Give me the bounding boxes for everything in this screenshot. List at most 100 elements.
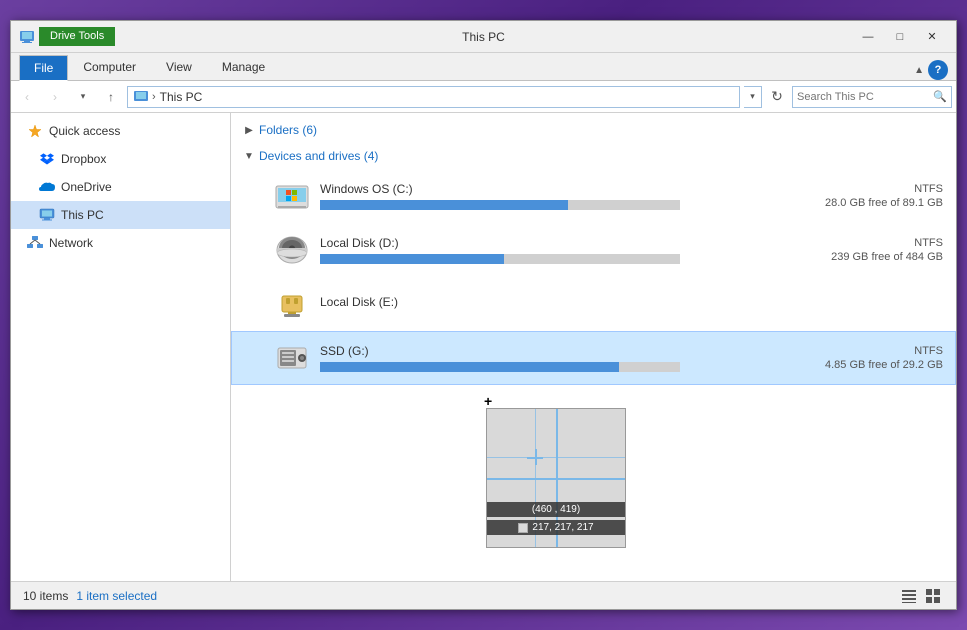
- ribbon-tabs: File Computer View Manage ▲ ?: [11, 53, 956, 80]
- title-bar: Drive Tools This PC — □ ✕: [11, 21, 956, 53]
- cloud-icon: [39, 179, 55, 195]
- sidebar-label-onedrive: OneDrive: [61, 180, 112, 194]
- large-icons-view-button[interactable]: [922, 585, 944, 607]
- window-app-icon: [19, 29, 35, 45]
- title-bar-left: Drive Tools This PC: [19, 27, 852, 46]
- close-button[interactable]: ✕: [916, 23, 948, 51]
- devices-expand-icon: ▼: [243, 150, 255, 162]
- dropbox-icon: [39, 151, 55, 167]
- forward-button[interactable]: ›: [43, 85, 67, 109]
- drive-name-e: Local Disk (E:): [320, 295, 927, 309]
- progress-bar-d: [320, 254, 680, 264]
- sidebar-item-quick-access[interactable]: Quick access: [11, 117, 230, 145]
- progress-bar-c: [320, 200, 680, 210]
- drive-info-e: Local Disk (E:): [320, 295, 927, 313]
- drag-cursor: +: [484, 393, 492, 409]
- drive-name-d: Local Disk (D:): [320, 236, 815, 250]
- drive-item-c[interactable]: Windows OS (C:) NTFS 28.0 GB free of 89.…: [231, 169, 956, 223]
- preview-coords-text: (460 , 419): [487, 502, 625, 517]
- preview-overlay: (460 , 419) 217, 217, 217: [486, 408, 626, 548]
- progress-fill-d: [320, 254, 504, 264]
- status-bar: 10 items 1 item selected: [11, 581, 956, 609]
- ribbon-collapse-icon[interactable]: ▲: [914, 65, 924, 76]
- address-dropdown[interactable]: ▾: [744, 86, 762, 108]
- drive-name-c: Windows OS (C:): [320, 182, 809, 196]
- tab-manage[interactable]: Manage: [207, 53, 280, 80]
- preview-inner: (460 , 419) 217, 217, 217: [487, 409, 625, 547]
- drive-item-e[interactable]: Local Disk (E:): [231, 277, 956, 331]
- path-separator: ›: [152, 91, 156, 103]
- window-title: This PC: [462, 30, 505, 44]
- drive-space-d: 239 GB free of 484 GB: [831, 251, 943, 263]
- sidebar-label-quick-access: Quick access: [49, 124, 120, 138]
- view-buttons: [898, 585, 944, 607]
- maximize-button[interactable]: □: [884, 23, 916, 51]
- drive-space-g: 4.85 GB free of 29.2 GB: [825, 359, 943, 371]
- window-controls: — □ ✕: [852, 23, 948, 51]
- search-box: 🔍: [792, 86, 952, 108]
- drive-fs-d: NTFS: [831, 237, 943, 249]
- sidebar: Quick access Dropbox: [11, 113, 231, 581]
- computer-icon: [39, 207, 55, 223]
- drive-meta-g: NTFS 4.85 GB free of 29.2 GB: [825, 345, 943, 371]
- preview-cursor: [527, 449, 543, 465]
- sidebar-item-onedrive[interactable]: OneDrive: [11, 173, 230, 201]
- up-button[interactable]: ↑: [99, 85, 123, 109]
- sidebar-label-network: Network: [49, 236, 93, 250]
- devices-section-label: Devices and drives (4): [259, 149, 378, 163]
- item-count: 10 items: [23, 589, 68, 603]
- progress-fill-c: [320, 200, 568, 210]
- preview-color-display: 217, 217, 217: [487, 520, 625, 535]
- sidebar-item-network[interactable]: Network: [11, 229, 230, 257]
- selected-count: 1 item selected: [76, 589, 157, 603]
- folders-section-header[interactable]: ▶ Folders (6): [231, 117, 956, 143]
- recent-locations-button[interactable]: ▾: [71, 85, 95, 109]
- ribbon: File Computer View Manage ▲ ?: [11, 53, 956, 81]
- progress-fill-g: [320, 362, 619, 372]
- folders-section-label: Folders (6): [259, 123, 317, 137]
- refresh-button[interactable]: ↻: [766, 86, 788, 108]
- sidebar-label-this-pc: This PC: [61, 208, 104, 222]
- devices-section-header[interactable]: ▼ Devices and drives (4): [231, 143, 956, 169]
- drive-info-d: Local Disk (D:): [320, 236, 815, 264]
- sidebar-item-this-pc[interactable]: This PC: [11, 201, 230, 229]
- drive-space-c: 28.0 GB free of 89.1 GB: [825, 197, 943, 209]
- drive-name-g: SSD (G:): [320, 344, 809, 358]
- tab-computer[interactable]: Computer: [68, 53, 151, 80]
- drive-fs-g: NTFS: [825, 345, 943, 357]
- preview-color-text: 217, 217, 217: [532, 522, 593, 533]
- drive-meta-d: NTFS 239 GB free of 484 GB: [831, 237, 943, 263]
- tab-view[interactable]: View: [151, 53, 207, 80]
- drive-item-d[interactable]: Local Disk (D:) NTFS 239 GB free of 484 …: [231, 223, 956, 277]
- folders-expand-icon: ▶: [243, 124, 255, 136]
- details-view-button[interactable]: [898, 585, 920, 607]
- help-button[interactable]: ?: [928, 60, 948, 80]
- drive-tools-tab[interactable]: Drive Tools: [39, 27, 115, 46]
- drive-icon-g: [272, 338, 312, 378]
- tab-file[interactable]: File: [19, 55, 68, 81]
- drive-info-c: Windows OS (C:): [320, 182, 809, 210]
- content-area: ▶ Folders (6) ▼ Devices and drives (4): [231, 113, 956, 581]
- drive-info-g: SSD (G:): [320, 344, 809, 372]
- drive-meta-c: NTFS 28.0 GB free of 89.1 GB: [825, 183, 943, 209]
- progress-bar-g: [320, 362, 680, 372]
- path-text: This PC: [160, 90, 203, 104]
- drive-item-g[interactable]: SSD (G:) NTFS 4.85 GB free of 29.2 GB: [231, 331, 956, 385]
- star-icon: [27, 123, 43, 139]
- sidebar-item-dropbox[interactable]: Dropbox: [11, 145, 230, 173]
- cursor-v: [535, 449, 537, 465]
- drive-icon-c: [272, 176, 312, 216]
- color-swatch: [518, 523, 528, 533]
- sidebar-label-dropbox: Dropbox: [61, 152, 106, 166]
- address-path[interactable]: › This PC: [127, 86, 740, 108]
- back-button[interactable]: ‹: [15, 85, 39, 109]
- minimize-button[interactable]: —: [852, 23, 884, 51]
- explorer-window: Drive Tools This PC — □ ✕ File Computer …: [10, 20, 957, 610]
- main-area: Quick access Dropbox: [11, 113, 956, 581]
- address-bar: ‹ › ▾ ↑ › This PC ▾ ↻ 🔍: [11, 81, 956, 113]
- drive-fs-c: NTFS: [825, 183, 943, 195]
- search-icon: 🔍: [933, 90, 947, 103]
- drive-icon-d: [272, 230, 312, 270]
- search-input[interactable]: [797, 91, 933, 103]
- drive-icon-e: [272, 284, 312, 324]
